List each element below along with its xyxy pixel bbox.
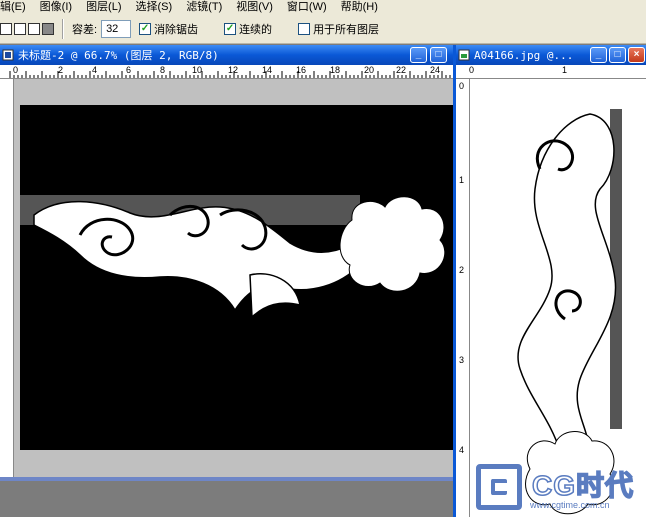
ruler-label: 22 [396, 65, 407, 75]
new-selection-icon[interactable] [0, 22, 12, 35]
cgtime-logo-icon [476, 464, 522, 510]
menu-edit[interactable]: 辑(E) [0, 0, 26, 14]
ornament-artwork [20, 195, 446, 319]
tolerance-input[interactable]: 32 [101, 19, 132, 38]
image-file-icon [458, 49, 470, 61]
all-layers-checkbox[interactable]: 用于所有图层 [298, 21, 379, 37]
menu-help[interactable]: 帮助(H) [341, 0, 378, 14]
ruler-label: 6 [126, 65, 132, 75]
contiguous-checkbox[interactable]: ✓ 连续的 [224, 21, 272, 37]
canvas-image[interactable] [470, 79, 646, 517]
menu-view[interactable]: 视图(V) [236, 0, 273, 14]
watermark-brand: CG时代 [531, 469, 635, 502]
minimize-button[interactable]: _ [410, 47, 427, 63]
menu-filter[interactable]: 滤镜(T) [186, 0, 222, 14]
ruler-label: 16 [296, 65, 307, 75]
ornament-artwork-vertical [517, 109, 622, 515]
ruler-label: 1 [562, 65, 568, 75]
watermark: CG时代 www.cgtime.com.cn [474, 462, 646, 517]
antialias-label: 消除锯齿 [154, 23, 199, 36]
menu-bar: 辑(E) 图像(I) 图层(L) 选择(S) 滤镜(T) 视图(V) 窗口(W)… [0, 0, 646, 14]
tolerance-label: 容差: [72, 23, 98, 36]
divider [62, 18, 64, 39]
close-button[interactable]: × [628, 47, 645, 63]
options-bar: 容差: 32 ✓ 消除锯齿 ✓ 连续的 用于所有图层 [0, 14, 646, 44]
intersect-selection-icon[interactable] [42, 22, 54, 35]
ruler-label: 0 [459, 81, 465, 91]
ruler-label: 2 [58, 65, 64, 75]
ruler-label: 4 [92, 65, 98, 75]
vertical-ruler [0, 79, 14, 479]
menu-image[interactable]: 图像(I) [40, 0, 72, 14]
horizontal-ruler: 0 1 [456, 65, 646, 79]
add-selection-icon[interactable] [14, 22, 26, 35]
ruler-label: 3 [459, 355, 465, 365]
horizontal-ruler: 0 2 4 6 8 10 12 14 16 18 20 22 24 [0, 65, 453, 79]
scroll-shape [517, 113, 617, 452]
ruler-label: 0 [13, 65, 19, 75]
antialias-checkbox[interactable]: ✓ 消除锯齿 [139, 21, 198, 37]
contiguous-label: 连续的 [239, 23, 273, 36]
ruler-label: 12 [228, 65, 239, 75]
ruler-label: 8 [160, 65, 166, 75]
document-window-untitled: 未标题-2 @ 66.7% (图层 2, RGB/8) _ □ 0 2 4 6 … [0, 45, 453, 481]
watermark-url: www.cgtime.com.cn [530, 500, 610, 510]
document-titlebar[interactable]: 未标题-2 @ 66.7% (图层 2, RGB/8) _ □ [0, 45, 453, 65]
ruler-label: 2 [459, 265, 465, 275]
menu-layer[interactable]: 图层(L) [86, 0, 121, 14]
minimize-button[interactable]: _ [590, 47, 607, 63]
ruler-label: 24 [430, 65, 441, 75]
document-title: 未标题-2 @ 66.7% (图层 2, RGB/8) [18, 49, 219, 62]
document-titlebar[interactable]: A04166.jpg @... _ □ × [456, 45, 646, 65]
photoshop-document-icon [2, 49, 14, 61]
ruler-label: 18 [330, 65, 341, 75]
menu-select[interactable]: 选择(S) [136, 0, 173, 14]
ruler-label: 20 [364, 65, 375, 75]
maximize-button[interactable]: □ [609, 47, 626, 63]
all-layers-label: 用于所有图层 [313, 23, 380, 36]
vertical-ruler: 0 1 2 3 4 [456, 79, 470, 517]
document-window-a04166: A04166.jpg @... _ □ × 0 1 0 1 2 3 4 [453, 45, 646, 517]
maximize-button[interactable]: □ [430, 47, 447, 63]
horizontal-scrollbar[interactable] [0, 477, 453, 481]
menu-window[interactable]: 窗口(W) [287, 0, 327, 14]
ruler-ticks [9, 71, 451, 78]
document-title: A04166.jpg @... [474, 48, 574, 62]
selection-mode-group [0, 22, 54, 35]
ruler-label: 4 [459, 445, 465, 455]
checkbox-check-icon: ✓ [139, 22, 152, 35]
checkbox-check-icon: ✓ [224, 22, 237, 35]
ruler-label: 1 [459, 175, 465, 185]
subtract-selection-icon[interactable] [28, 22, 40, 35]
canvas-image[interactable] [20, 105, 453, 450]
ruler-label: 14 [262, 65, 273, 75]
ruler-label: 10 [192, 65, 203, 75]
ruler-label: 0 [469, 65, 475, 75]
cloud-shape [339, 196, 446, 292]
checkbox-empty-icon [298, 22, 311, 35]
